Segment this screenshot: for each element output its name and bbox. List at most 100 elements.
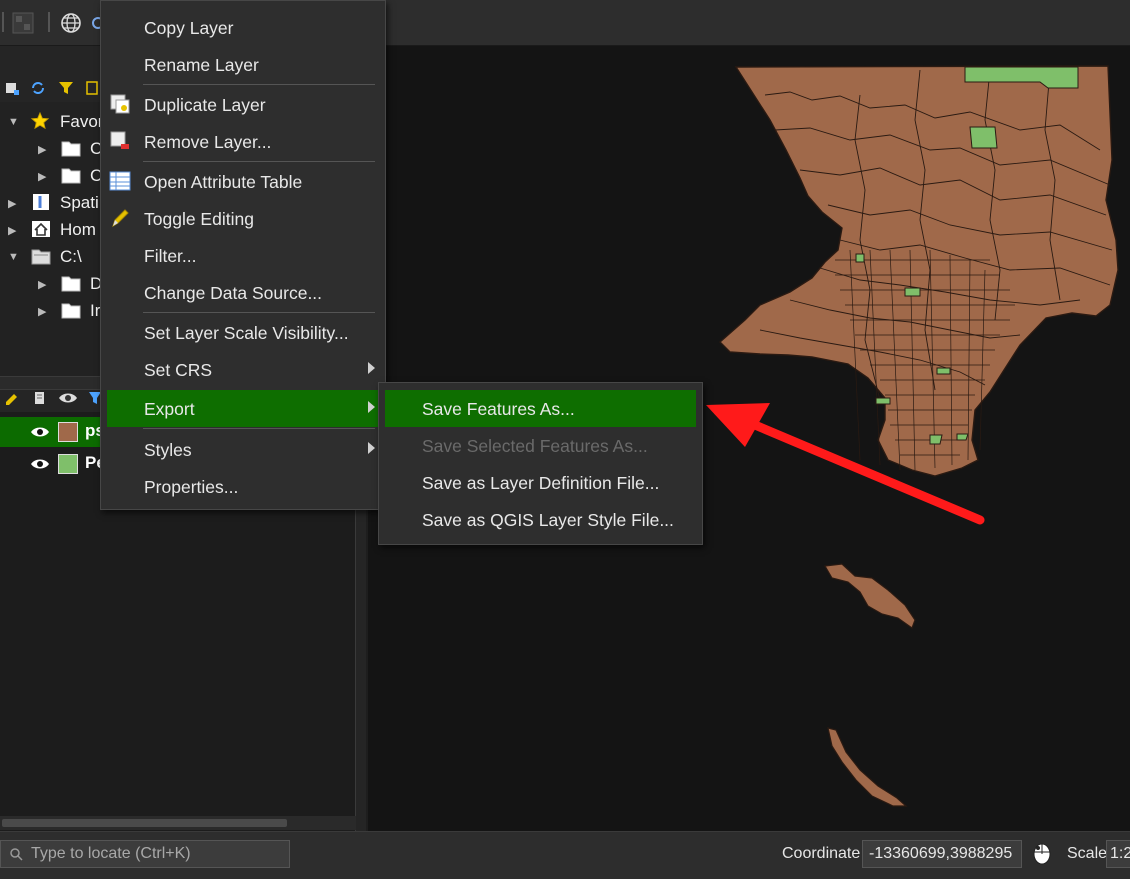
menu-copy-layer[interactable]: Copy Layer bbox=[107, 9, 379, 46]
menu-styles[interactable]: Styles bbox=[107, 431, 379, 468]
menu-remove-layer[interactable]: Remove Layer... bbox=[107, 123, 379, 160]
menu-item-label: Save Features As... bbox=[422, 399, 575, 419]
eye-icon[interactable] bbox=[30, 457, 50, 471]
collapsed-arrow-icon[interactable]: ▶ bbox=[8, 197, 16, 210]
tree-item-label: Favor bbox=[60, 112, 104, 131]
layer-context-menu: Copy Layer Rename Layer Duplicate Layer … bbox=[100, 0, 386, 510]
layer-color-swatch bbox=[58, 454, 78, 474]
collapsed-arrow-icon[interactable]: ▶ bbox=[38, 305, 46, 318]
folder-icon bbox=[61, 168, 81, 184]
park-polygon[interactable] bbox=[904, 287, 921, 297]
county-mainland-polygon[interactable] bbox=[718, 65, 1119, 477]
menu-item-label: Open Attribute Table bbox=[144, 172, 303, 192]
menu-duplicate-layer[interactable]: Duplicate Layer bbox=[107, 86, 379, 123]
park-polygon[interactable] bbox=[936, 367, 951, 375]
submenu-arrow-icon bbox=[368, 442, 375, 454]
tree-item-label: Spati bbox=[60, 193, 99, 212]
menu-separator bbox=[143, 312, 375, 313]
park-polygon[interactable] bbox=[956, 433, 969, 441]
tree-item-label: Hom bbox=[60, 220, 96, 239]
export-submenu: Save Features As... Save Selected Featur… bbox=[378, 382, 703, 545]
horizontal-scrollbar[interactable] bbox=[0, 816, 356, 830]
locator-input[interactable] bbox=[31, 844, 281, 864]
add-selected-layers-icon[interactable] bbox=[4, 80, 20, 96]
scale-field[interactable]: 1:2 bbox=[1106, 840, 1130, 868]
island-san-clemente-polygon[interactable] bbox=[827, 727, 908, 807]
folder-icon bbox=[61, 276, 81, 292]
menu-item-label: Duplicate Layer bbox=[144, 95, 266, 115]
park-polygon[interactable] bbox=[969, 126, 998, 149]
menu-item-label: Styles bbox=[144, 440, 192, 460]
submenu-arrow-icon bbox=[368, 362, 375, 374]
toggle-extents-mouse-icon[interactable] bbox=[1030, 840, 1054, 866]
menu-set-crs[interactable]: Set CRS bbox=[107, 351, 379, 388]
toolbar-separator bbox=[2, 12, 4, 32]
scrollbar-thumb[interactable] bbox=[2, 819, 287, 827]
visibility-eye-icon[interactable] bbox=[58, 390, 78, 406]
menu-export[interactable]: Export bbox=[107, 390, 379, 427]
add-group-icon[interactable] bbox=[32, 390, 48, 406]
menu-change-data-source[interactable]: Change Data Source... bbox=[107, 274, 379, 311]
expanded-arrow-icon[interactable]: ▼ bbox=[8, 116, 19, 128]
park-polygon[interactable] bbox=[855, 253, 865, 263]
menu-save-qgis-layer-style[interactable]: Save as QGIS Layer Style File... bbox=[385, 501, 696, 538]
collapse-all-icon[interactable] bbox=[86, 80, 100, 96]
spatialite-icon bbox=[33, 194, 49, 210]
menu-item-label: Copy Layer bbox=[144, 18, 234, 38]
style-manager-icon[interactable] bbox=[4, 390, 20, 406]
menu-item-label: Save Selected Features As... bbox=[422, 436, 648, 456]
menu-save-layer-definition[interactable]: Save as Layer Definition File... bbox=[385, 464, 696, 501]
tree-item-label: Ir bbox=[90, 301, 101, 320]
status-bar: Coordinate -13360699,3988295 Scale 1:2 bbox=[0, 831, 1130, 879]
park-polygon[interactable] bbox=[875, 397, 891, 405]
menu-set-layer-scale-visibility[interactable]: Set Layer Scale Visibility... bbox=[107, 314, 379, 351]
menu-separator bbox=[143, 161, 375, 162]
star-icon bbox=[30, 112, 50, 130]
menu-item-label: Properties... bbox=[144, 477, 239, 497]
menu-item-label: Save as QGIS Layer Style File... bbox=[422, 510, 674, 530]
locator-bar[interactable] bbox=[0, 840, 290, 868]
menu-item-label: Rename Layer bbox=[144, 55, 259, 75]
menu-item-label: Set Layer Scale Visibility... bbox=[144, 323, 349, 343]
folder-icon bbox=[61, 141, 81, 157]
menu-item-label: Export bbox=[144, 399, 195, 419]
expanded-arrow-icon[interactable]: ▼ bbox=[8, 251, 19, 263]
menu-item-label: Change Data Source... bbox=[144, 283, 323, 303]
scale-label: Scale bbox=[1067, 845, 1108, 862]
menu-toggle-editing[interactable]: Toggle Editing bbox=[107, 200, 379, 237]
menu-save-features-as[interactable]: Save Features As... bbox=[385, 390, 696, 427]
duplicate-layer-icon bbox=[110, 94, 130, 114]
submenu-arrow-icon bbox=[368, 401, 375, 413]
refresh-icon[interactable] bbox=[30, 80, 46, 96]
menu-item-label: Remove Layer... bbox=[144, 132, 272, 152]
layer-color-swatch bbox=[58, 422, 78, 442]
coordinate-label: Coordinate bbox=[782, 845, 861, 862]
menu-filter[interactable]: Filter... bbox=[107, 237, 379, 274]
search-icon bbox=[10, 848, 23, 861]
home-icon bbox=[32, 221, 50, 237]
filter-icon[interactable] bbox=[58, 80, 74, 96]
park-polygon[interactable] bbox=[929, 434, 943, 445]
remove-layer-icon bbox=[110, 131, 129, 149]
menu-separator bbox=[143, 84, 375, 85]
collapsed-arrow-icon[interactable]: ▶ bbox=[38, 143, 46, 156]
menu-rename-layer[interactable]: Rename Layer bbox=[107, 46, 379, 83]
attribute-table-icon bbox=[109, 171, 131, 191]
collapsed-arrow-icon[interactable]: ▶ bbox=[38, 278, 46, 291]
collapsed-arrow-icon[interactable]: ▶ bbox=[38, 170, 46, 183]
island-catalina-polygon[interactable] bbox=[824, 563, 916, 629]
menu-item-label: Toggle Editing bbox=[144, 209, 254, 229]
tree-item-label: C:\ bbox=[60, 247, 82, 266]
menu-properties[interactable]: Properties... bbox=[107, 468, 379, 505]
menu-open-attribute-table[interactable]: Open Attribute Table bbox=[107, 163, 379, 200]
grid-tool-icon[interactable] bbox=[12, 12, 34, 34]
menu-item-label: Save as Layer Definition File... bbox=[422, 473, 660, 493]
menu-save-selected-features-as: Save Selected Features As... bbox=[385, 427, 696, 464]
eye-icon[interactable] bbox=[30, 425, 50, 439]
folder-icon bbox=[61, 303, 81, 319]
coordinate-field[interactable]: -13360699,3988295 bbox=[862, 840, 1022, 868]
menu-item-label: Set CRS bbox=[144, 360, 213, 380]
menu-item-label: Filter... bbox=[144, 246, 197, 266]
globe-icon[interactable] bbox=[60, 12, 82, 34]
collapsed-arrow-icon[interactable]: ▶ bbox=[8, 224, 16, 237]
